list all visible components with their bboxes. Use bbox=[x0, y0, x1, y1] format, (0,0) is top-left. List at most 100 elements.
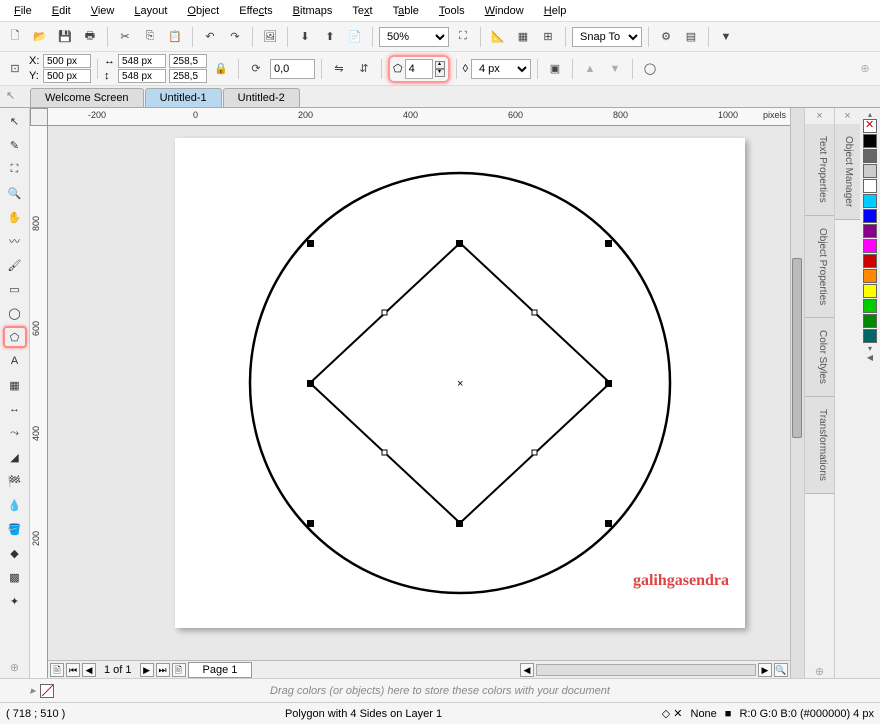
shape-tool[interactable]: ✎ bbox=[3, 134, 27, 156]
scroll-left-icon[interactable]: ◀ bbox=[520, 663, 534, 677]
add-page-after-icon[interactable]: 🖹 bbox=[172, 663, 186, 677]
tab-welcome[interactable]: Welcome Screen bbox=[30, 88, 144, 107]
menu-bitmaps[interactable]: Bitmaps bbox=[283, 2, 343, 20]
scroll-right-icon[interactable]: ▶ bbox=[758, 663, 772, 677]
x-input[interactable] bbox=[43, 54, 91, 68]
docker-object-manager[interactable]: Object Manager bbox=[835, 124, 860, 220]
fill-tool[interactable]: 🪣 bbox=[3, 518, 27, 540]
sides-input[interactable] bbox=[405, 59, 433, 79]
ellipse-tool[interactable]: ◯ bbox=[3, 302, 27, 324]
rectangle-tool[interactable]: ▭ bbox=[3, 278, 27, 300]
snap-options-icon[interactable]: ⊡ bbox=[4, 58, 26, 80]
docker-transformations[interactable]: Transformations bbox=[805, 397, 834, 494]
menu-table[interactable]: Table bbox=[383, 2, 429, 20]
tab-untitled-2[interactable]: Untitled-2 bbox=[223, 88, 300, 107]
swatch[interactable] bbox=[863, 329, 877, 343]
width-input[interactable] bbox=[118, 54, 166, 68]
rulers-icon[interactable]: 📐 bbox=[487, 26, 509, 48]
swatch[interactable] bbox=[863, 134, 877, 148]
menu-layout[interactable]: Layout bbox=[124, 2, 177, 20]
swatch[interactable] bbox=[863, 164, 877, 178]
swatch[interactable] bbox=[863, 314, 877, 328]
guides-icon[interactable]: ⊞ bbox=[537, 26, 559, 48]
transparency-tool[interactable]: 🏁 bbox=[3, 470, 27, 492]
paste-icon[interactable]: 📋 bbox=[164, 26, 186, 48]
pick-tool[interactable]: ↖ bbox=[3, 110, 27, 132]
grid-icon[interactable]: ▦ bbox=[512, 26, 534, 48]
swatch[interactable] bbox=[863, 254, 877, 268]
interactive-fill-tool[interactable]: ◆ bbox=[3, 542, 27, 564]
next-page-icon[interactable]: ▶ bbox=[140, 663, 154, 677]
menu-file[interactable]: FFileile bbox=[4, 2, 42, 20]
connector-tool[interactable]: ⤳ bbox=[3, 422, 27, 444]
outline-width-select[interactable]: 4 px bbox=[471, 59, 531, 79]
hscrollbar[interactable] bbox=[536, 664, 756, 676]
undo-icon[interactable]: ↶ bbox=[199, 26, 221, 48]
artistic-media-tool[interactable]: 🖌 bbox=[3, 254, 27, 276]
swatch[interactable] bbox=[863, 194, 877, 208]
y-input[interactable] bbox=[43, 69, 91, 83]
text-tool[interactable]: A bbox=[3, 350, 27, 372]
convert-curves-icon[interactable]: ◯ bbox=[639, 58, 661, 80]
palette-menu-icon[interactable]: ▸ bbox=[30, 684, 36, 698]
menu-object[interactable]: Object bbox=[177, 2, 229, 20]
add-button-icon[interactable]: ⊕ bbox=[854, 58, 876, 80]
menu-view[interactable]: View bbox=[81, 2, 125, 20]
table-tool[interactable]: ▦ bbox=[3, 374, 27, 396]
vscrollbar[interactable] bbox=[790, 108, 804, 678]
navigator-icon[interactable]: 🔍 bbox=[774, 663, 788, 677]
print-icon[interactable]: 🖶 bbox=[79, 26, 101, 48]
search-icon[interactable]: 🖼 bbox=[259, 26, 281, 48]
ruler-vertical[interactable]: 800 600 400 200 bbox=[30, 126, 48, 678]
crop-tool[interactable]: ⛶ bbox=[3, 158, 27, 180]
drawing-page[interactable]: × galihgasendra bbox=[175, 138, 745, 628]
canvas-area[interactable]: -200 0 200 400 600 800 1000 pixels 800 6… bbox=[30, 108, 790, 678]
import-icon[interactable]: ⬇ bbox=[294, 26, 316, 48]
scale-x-input[interactable] bbox=[169, 54, 207, 68]
save-icon[interactable]: 💾 bbox=[54, 26, 76, 48]
open-icon[interactable]: 📂 bbox=[29, 26, 51, 48]
redo-icon[interactable]: ↷ bbox=[224, 26, 246, 48]
swatch[interactable] bbox=[863, 239, 877, 253]
drop-shadow-tool[interactable]: ◢ bbox=[3, 446, 27, 468]
menu-window[interactable]: Window bbox=[475, 2, 534, 20]
swatch[interactable] bbox=[863, 284, 877, 298]
export-icon[interactable]: ⬆ bbox=[319, 26, 341, 48]
eyedropper-tool[interactable]: 💧 bbox=[3, 494, 27, 516]
document-palette[interactable]: ▸ Drag colors (or objects) here to store… bbox=[0, 678, 880, 702]
front-icon[interactable]: ▲ bbox=[579, 58, 601, 80]
launcher-icon[interactable]: ▤ bbox=[680, 26, 702, 48]
zoom-select[interactable]: 50% bbox=[379, 27, 449, 47]
lock-ratio-icon[interactable]: 🔒 bbox=[210, 58, 232, 80]
mirror-h-icon[interactable]: ⇋ bbox=[328, 58, 350, 80]
menu-effects[interactable]: Effects bbox=[229, 2, 282, 20]
fullscreen-icon[interactable]: ⛶ bbox=[452, 26, 474, 48]
smart-fill-tool[interactable]: ✦ bbox=[3, 590, 27, 612]
swatch[interactable] bbox=[863, 179, 877, 193]
copy-icon[interactable]: ⎘ bbox=[139, 26, 161, 48]
ruler-horizontal[interactable]: -200 0 200 400 600 800 1000 pixels bbox=[48, 108, 790, 126]
add-page-icon[interactable]: 🖹 bbox=[50, 663, 64, 677]
close-docker2-icon[interactable]: × bbox=[835, 108, 860, 124]
docker-text-properties[interactable]: Text Properties bbox=[805, 124, 834, 216]
pdf-icon[interactable]: 📄 bbox=[344, 26, 366, 48]
docker-object-properties[interactable]: Object Properties bbox=[805, 216, 834, 318]
snap-select[interactable]: Snap To bbox=[572, 27, 642, 47]
zoom-tool[interactable]: 🔍 bbox=[3, 182, 27, 204]
cut-icon[interactable]: ✂ bbox=[114, 26, 136, 48]
menu-text[interactable]: Text bbox=[342, 2, 382, 20]
freehand-tool[interactable]: 〰 bbox=[3, 230, 27, 252]
swatch[interactable] bbox=[863, 269, 877, 283]
tab-untitled-1[interactable]: Untitled-1 bbox=[145, 88, 222, 107]
menu-edit[interactable]: Edit bbox=[42, 2, 81, 20]
height-input[interactable] bbox=[118, 69, 166, 83]
mesh-fill-tool[interactable]: ▩ bbox=[3, 566, 27, 588]
pick-tool-icon[interactable]: ↖ bbox=[6, 89, 15, 102]
mirror-v-icon[interactable]: ⇵ bbox=[353, 58, 375, 80]
page-tab[interactable]: Page 1 bbox=[188, 662, 253, 678]
swatch[interactable] bbox=[863, 209, 877, 223]
prev-page-icon[interactable]: ◀ bbox=[82, 663, 96, 677]
swatch-none[interactable] bbox=[863, 119, 877, 133]
swatch[interactable] bbox=[863, 299, 877, 313]
docker-add-icon[interactable]: ⊕ bbox=[805, 665, 834, 678]
